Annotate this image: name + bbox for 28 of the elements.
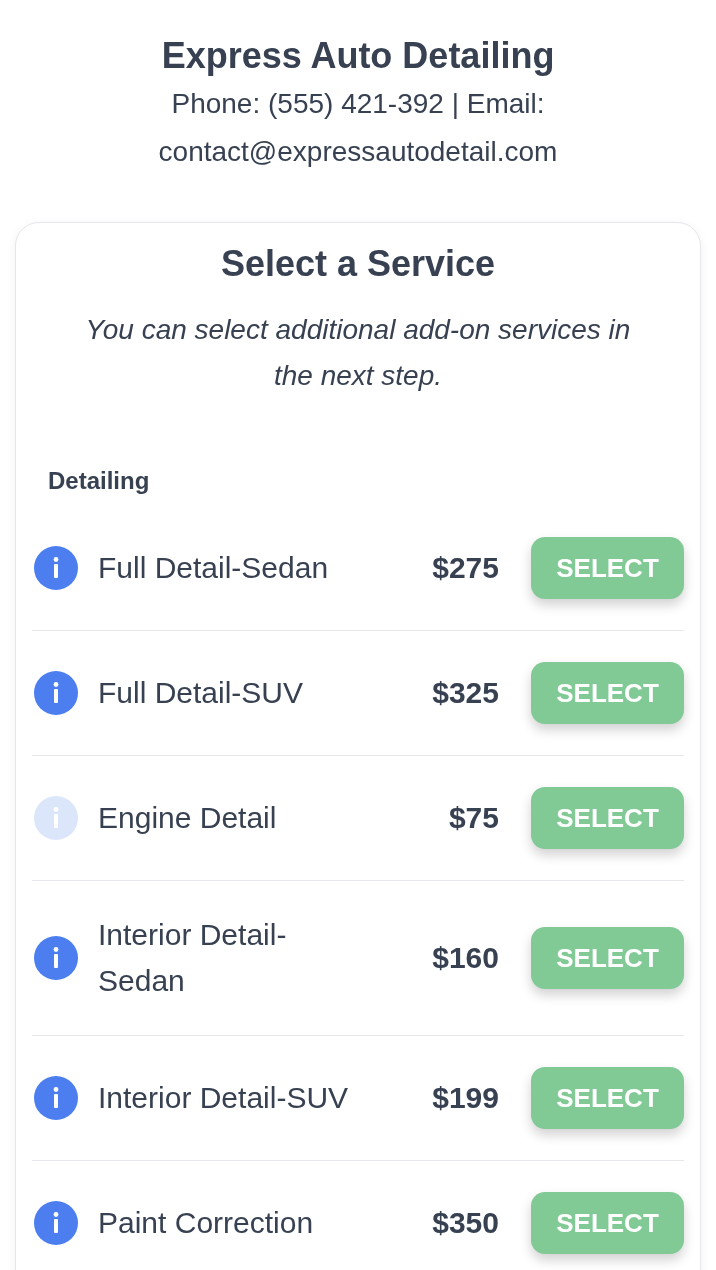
select-button[interactable]: SELECT [531, 1067, 684, 1129]
select-button[interactable]: SELECT [531, 787, 684, 849]
info-icon[interactable] [34, 671, 78, 715]
service-name: Interior Detail-Sedan [98, 917, 288, 999]
business-name: Express Auto Detailing [161, 34, 555, 78]
service-price: $75 [447, 800, 499, 836]
service-price: $325 [431, 675, 499, 711]
service-price: $199 [431, 1080, 499, 1116]
select-button[interactable]: SELECT [531, 927, 684, 989]
card-title: Select a Service [219, 242, 497, 286]
select-button[interactable]: SELECT [531, 1192, 684, 1254]
service-name: Paint Correction [98, 1205, 315, 1241]
select-button[interactable]: SELECT [531, 662, 684, 724]
service-name: Full Detail-Sedan [98, 550, 330, 586]
service-price: $160 [431, 940, 499, 976]
info-icon[interactable] [34, 1076, 78, 1120]
service-name: Full Detail-SUV [98, 675, 305, 711]
info-icon[interactable] [34, 546, 78, 590]
section-heading: Detailing [48, 466, 150, 496]
contact-info: Phone: (555) 421-392 | Email: contact@expressautodetail.com [157, 87, 559, 169]
card-subtitle: You can select additional add-on services in the next step. [84, 313, 632, 393]
service-price: $350 [431, 1205, 499, 1241]
service-price: $275 [431, 550, 499, 586]
select-button[interactable]: SELECT [531, 537, 684, 599]
service-name: Engine Detail [98, 800, 278, 836]
info-icon[interactable] [34, 1201, 78, 1245]
service-name: Interior Detail-SUV [98, 1080, 350, 1116]
info-icon[interactable] [34, 936, 78, 980]
